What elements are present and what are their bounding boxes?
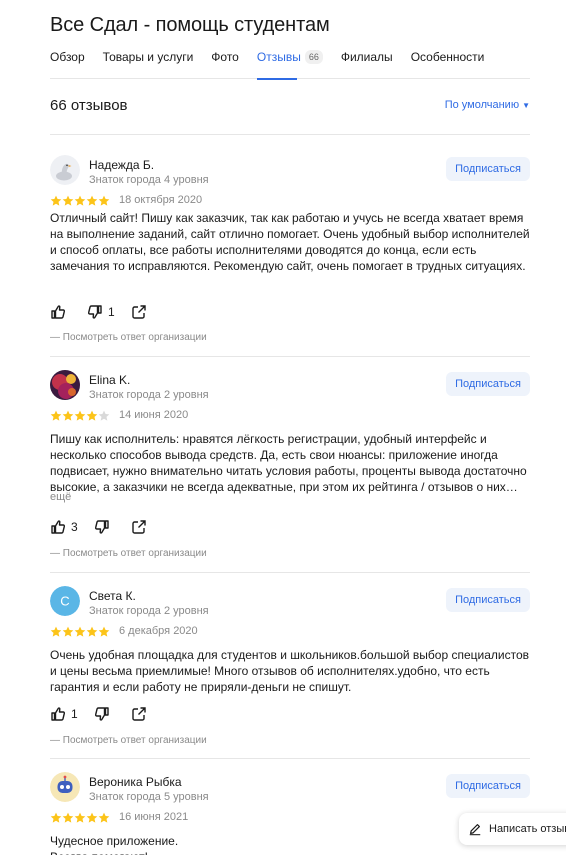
author-name[interactable]: Надежда Б. — [89, 158, 154, 172]
caret-down-icon: ▼ — [522, 101, 530, 110]
reviews-count: 66 отзывов — [50, 97, 128, 114]
thumbs-down-icon — [94, 707, 109, 721]
subscribe-button[interactable]: Подписаться — [446, 588, 530, 612]
star-filled-icon — [98, 195, 110, 206]
org-answer-link[interactable]: — Посмотреть ответ организации — [50, 735, 207, 746]
pencil-icon — [469, 824, 481, 836]
tab-reviews-label: Отзывы — [256, 50, 301, 64]
review-actions: 1 — [50, 303, 163, 321]
star-filled-icon — [50, 812, 62, 823]
star-filled-icon — [86, 812, 98, 823]
org-answer-link[interactable]: — Посмотреть ответ организации — [50, 332, 207, 343]
thumbs-down-icon — [94, 520, 109, 534]
divider — [50, 356, 530, 357]
star-filled-icon — [50, 410, 62, 421]
write-review-label: Написать отзыв — [489, 823, 566, 835]
org-answer-link[interactable]: — Посмотреть ответ организации — [50, 548, 207, 559]
reviews-count-badge: 66 — [304, 50, 323, 64]
review-text: Очень удобная площадка для студентов и ш… — [50, 648, 530, 694]
share-icon — [131, 305, 146, 319]
divider — [50, 572, 530, 573]
star-filled-icon — [62, 410, 74, 421]
divider — [50, 134, 530, 135]
author-level: Знаток города 5 уровня — [89, 791, 209, 803]
subscribe-button[interactable]: Подписаться — [446, 157, 530, 181]
tab-features[interactable]: Особенности — [411, 47, 485, 79]
tab-branches[interactable]: Филиалы — [341, 47, 393, 79]
letter-avatar[interactable]: С — [50, 586, 80, 616]
review-text: Отличный сайт! Пишу как заказчик, так ка… — [50, 211, 530, 273]
star-filled-icon — [74, 410, 86, 421]
rating-stars — [50, 626, 110, 638]
share-button[interactable] — [131, 519, 147, 535]
star-filled-icon — [86, 410, 98, 421]
star-filled-icon — [98, 626, 110, 637]
author-level: Знаток города 2 уровня — [89, 389, 209, 401]
star-filled-icon — [62, 195, 74, 206]
tab-goods-services[interactable]: Товары и услуги — [103, 47, 194, 79]
star-filled-icon — [86, 626, 98, 637]
author-name[interactable]: Вероника Рыбка — [89, 775, 182, 789]
thumbs-down-icon — [87, 305, 102, 319]
sort-dropdown[interactable]: По умолчанию ▼ — [445, 99, 530, 111]
robot-avatar[interactable] — [50, 772, 80, 802]
like-count: 3 — [71, 520, 78, 534]
star-filled-icon — [62, 626, 74, 637]
author-name[interactable]: Света К. — [89, 589, 136, 603]
review-date: 16 июня 2021 — [119, 811, 189, 823]
reviews-header: 66 отзывов По умолчанию ▼ — [50, 97, 530, 117]
tab-photo[interactable]: Фото — [211, 47, 239, 79]
photo-avatar[interactable] — [50, 370, 80, 400]
star-filled-icon — [74, 195, 86, 206]
dislike-button[interactable]: 1 — [87, 304, 115, 320]
review-date: 14 июня 2020 — [119, 409, 189, 421]
star-filled-icon — [74, 812, 86, 823]
star-filled-icon — [86, 195, 98, 206]
like-button[interactable]: 1 — [50, 706, 78, 722]
like-button[interactable] — [50, 304, 71, 320]
review-date: 6 декабря 2020 — [119, 625, 198, 637]
star-filled-icon — [50, 626, 62, 637]
like-button[interactable]: 3 — [50, 519, 78, 535]
review-actions: 3 — [50, 518, 163, 536]
subscribe-button[interactable]: Подписаться — [446, 774, 530, 798]
share-icon — [131, 707, 146, 721]
dislike-button[interactable] — [94, 519, 115, 535]
star-filled-icon — [74, 626, 86, 637]
more-link[interactable]: ещё — [50, 491, 71, 503]
dislike-count: 1 — [108, 305, 115, 319]
review-text: Пишу как исполнитель: нравятся лёгкость … — [50, 432, 527, 494]
author-level: Знаток города 4 уровня — [89, 174, 209, 186]
star-filled-icon — [62, 812, 74, 823]
author-name[interactable]: Elina K. — [89, 373, 130, 387]
subscribe-button[interactable]: Подписаться — [446, 372, 530, 396]
star-filled-icon — [50, 195, 62, 206]
share-icon — [131, 520, 146, 534]
thumbs-up-icon — [51, 520, 66, 534]
tab-overview[interactable]: Обзор — [50, 47, 85, 79]
avatar-letter: С — [60, 594, 69, 609]
tab-reviews[interactable]: Отзывы 66 — [256, 47, 323, 80]
rating-stars — [50, 410, 110, 422]
write-review-button[interactable]: Написать отзыв — [459, 813, 566, 845]
tab-bar: Обзор Товары и услуги Фото Отзывы 66 Фили… — [50, 47, 530, 80]
star-empty-icon — [98, 410, 110, 421]
rating-stars — [50, 195, 110, 207]
review-actions: 1 — [50, 705, 163, 723]
sort-label: По умолчанию — [444, 99, 520, 111]
share-button[interactable] — [131, 304, 147, 320]
like-count: 1 — [71, 707, 78, 721]
org-title: Все Сдал - помощь студентам — [50, 14, 330, 36]
star-filled-icon — [98, 812, 110, 823]
rating-stars — [50, 812, 110, 824]
review-date: 18 октября 2020 — [119, 194, 203, 206]
thumbs-up-icon — [51, 707, 66, 721]
share-button[interactable] — [131, 706, 147, 722]
goose-avatar[interactable] — [50, 155, 80, 185]
dislike-button[interactable] — [94, 706, 115, 722]
author-level: Знаток города 2 уровня — [89, 605, 209, 617]
thumbs-up-icon — [51, 305, 66, 319]
divider — [50, 758, 530, 759]
